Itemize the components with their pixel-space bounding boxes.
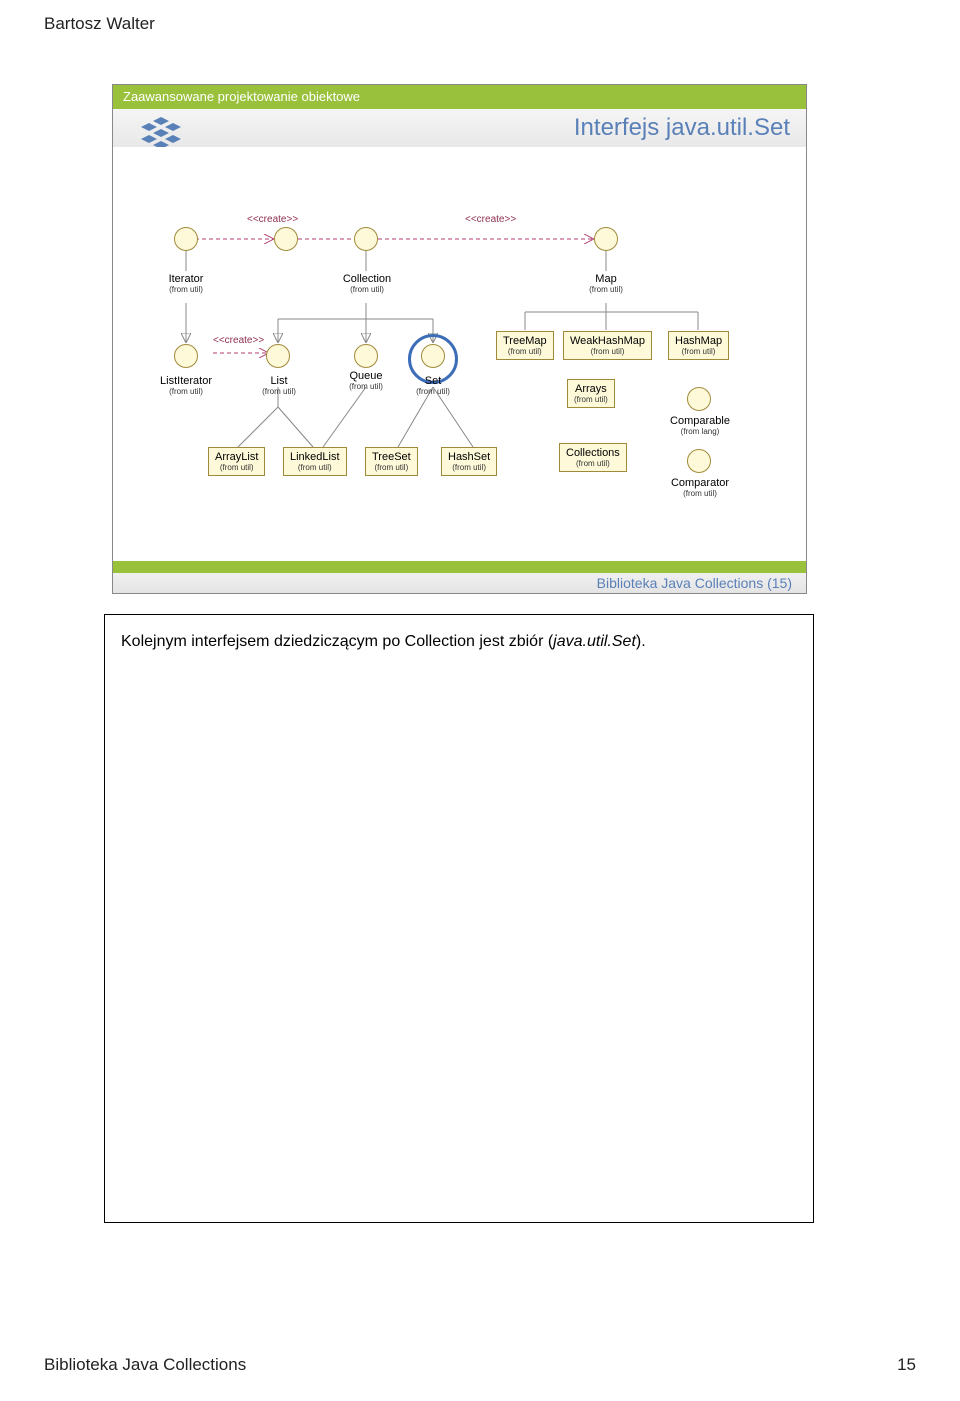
node-name: LinkedList (290, 451, 340, 463)
node-pkg: (from util) (341, 382, 391, 391)
node-name: Iterator (161, 273, 211, 285)
node-pkg: (from util) (153, 387, 219, 396)
node-queue: Queue (from util) (341, 370, 391, 391)
node-hashset: HashSet (from util) (441, 447, 497, 476)
node-pkg: (from util) (215, 463, 258, 472)
stereo-create-3: <<create>> (213, 335, 264, 346)
node-map: Map (from util) (583, 273, 629, 294)
node-pkg: (from util) (583, 285, 629, 294)
uml-circle (687, 449, 711, 473)
node-pkg: (from util) (290, 463, 340, 472)
node-hashmap: HashMap (from util) (668, 331, 729, 360)
node-comparable: Comparable (from lang) (661, 415, 739, 436)
uml-circle (354, 344, 378, 368)
caption-ital: java.util.Set (553, 633, 636, 650)
slide-title: Interfejs java.util.Set (113, 109, 806, 147)
caption-box: Kolejnym interfejsem dziedziczącym po Co… (104, 614, 814, 1223)
node-pkg: (from util) (566, 459, 620, 468)
caption-post: ). (636, 633, 646, 650)
uml-circle (354, 227, 378, 251)
page-footer-left: Biblioteka Java Collections (44, 1355, 246, 1375)
node-iterator: Iterator (from util) (161, 273, 211, 294)
caption-pre: Kolejnym interfejsem dziedziczącym po Co… (121, 633, 553, 650)
node-pkg: (from util) (448, 463, 490, 472)
node-name: ArrayList (215, 451, 258, 463)
node-pkg: (from util) (336, 285, 398, 294)
node-pkg: (from util) (574, 395, 608, 404)
node-name: Comparator (661, 477, 739, 489)
node-name: Comparable (661, 415, 739, 427)
node-name: HashMap (675, 335, 722, 347)
node-name: ListIterator (153, 375, 219, 387)
uml-circle (174, 344, 198, 368)
node-collection: Collection (from util) (336, 273, 398, 294)
node-pkg: (from lang) (661, 427, 739, 436)
node-pkg: (from util) (410, 387, 456, 396)
node-name: Collection (336, 273, 398, 285)
node-name: WeakHashMap (570, 335, 645, 347)
node-name: Set (410, 375, 456, 387)
uml-circle (687, 387, 711, 411)
uml-canvas: <<create>> <<create>> <<create>> Iterato… (113, 147, 806, 563)
node-set: Set (from util) (410, 375, 456, 396)
caption-text: Kolejnym interfejsem dziedziczącym po Co… (121, 633, 797, 651)
page-number: 15 (897, 1355, 916, 1375)
uml-circle (594, 227, 618, 251)
node-pkg: (from util) (372, 463, 411, 472)
node-list: List (from util) (256, 375, 302, 396)
node-collections: Collections (from util) (559, 443, 627, 472)
slide-footer-text: Biblioteka Java Collections (15) (113, 573, 806, 593)
node-linkedlist: LinkedList (from util) (283, 447, 347, 476)
slide-container: Zaawansowane projektowanie obiektowe Int… (112, 84, 807, 594)
author-name: Bartosz Walter (44, 14, 155, 34)
uml-circle (266, 344, 290, 368)
node-name: Arrays (574, 383, 608, 395)
node-treemap: TreeMap (from util) (496, 331, 554, 360)
node-pkg: (from util) (675, 347, 722, 356)
node-name: Collections (566, 447, 620, 459)
node-treeset: TreeSet (from util) (365, 447, 418, 476)
node-pkg: (from util) (256, 387, 302, 396)
node-listiterator: ListIterator (from util) (153, 375, 219, 396)
node-pkg: (from util) (503, 347, 547, 356)
node-pkg: (from util) (661, 489, 739, 498)
node-pkg: (from util) (570, 347, 645, 356)
node-weakhashmap: WeakHashMap (from util) (563, 331, 652, 360)
slide-footer: Biblioteka Java Collections (15) (113, 561, 806, 593)
uml-circle (274, 227, 298, 251)
stereo-create-2: <<create>> (465, 214, 516, 225)
slide-topbar: Zaawansowane projektowanie obiektowe (113, 85, 806, 109)
node-name: TreeMap (503, 335, 547, 347)
node-name: Map (583, 273, 629, 285)
node-arrays: Arrays (from util) (567, 379, 615, 408)
node-arraylist: ArrayList (from util) (208, 447, 265, 476)
node-name: HashSet (448, 451, 490, 463)
stereo-create-1: <<create>> (247, 214, 298, 225)
node-comparator: Comparator (from util) (661, 477, 739, 498)
node-name: List (256, 375, 302, 387)
node-name: Queue (341, 370, 391, 382)
node-name: TreeSet (372, 451, 411, 463)
uml-circle (174, 227, 198, 251)
node-pkg: (from util) (161, 285, 211, 294)
